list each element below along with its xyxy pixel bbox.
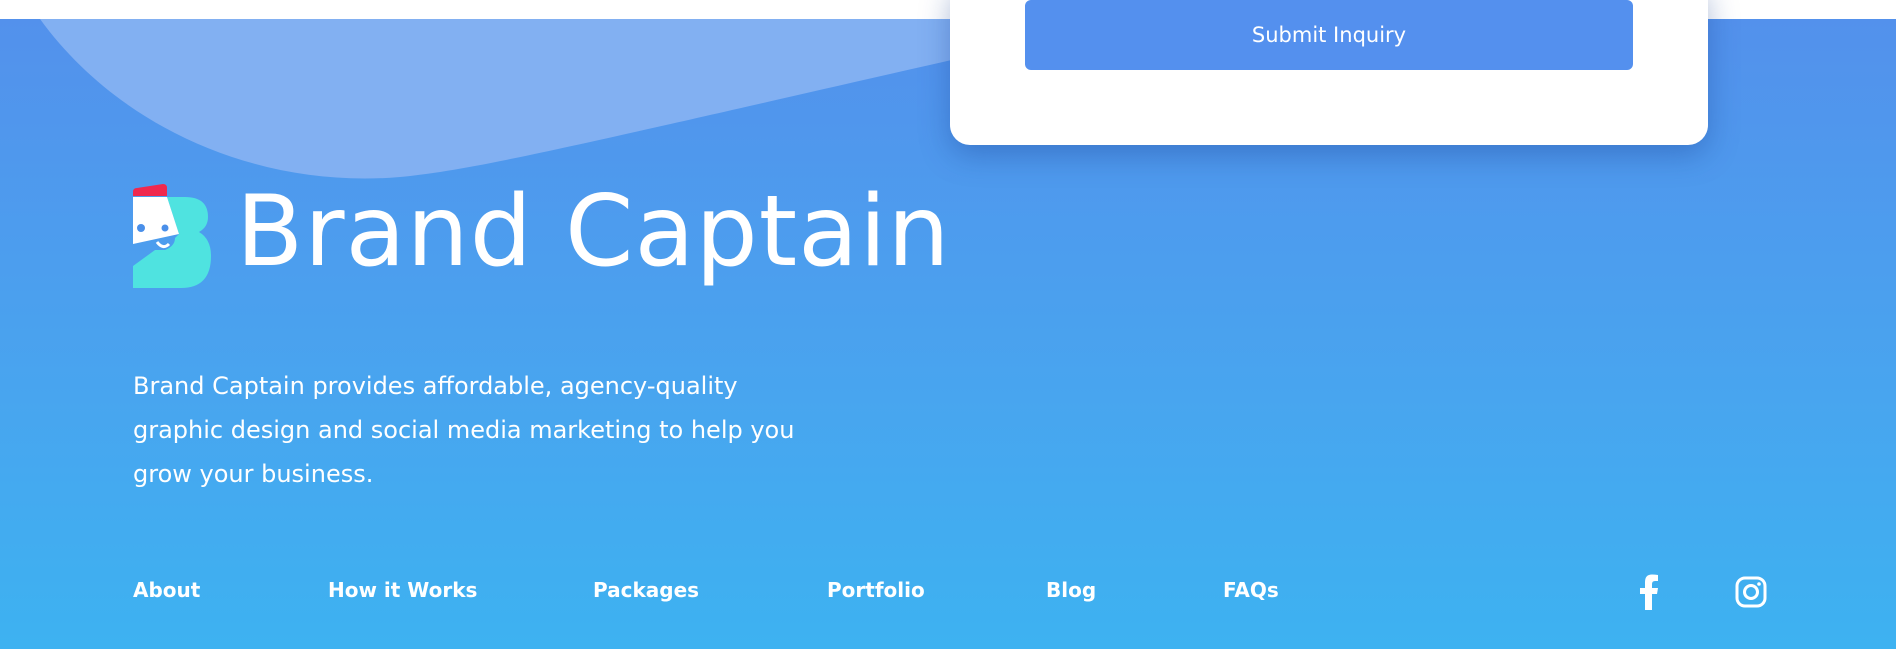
- brand-name: Brand Captain: [236, 175, 951, 289]
- instagram-icon[interactable]: [1733, 574, 1769, 610]
- inquiry-form-card: Submit Inquiry: [950, 0, 1708, 145]
- decorative-blob: [40, 19, 1000, 179]
- brand-description: Brand Captain provides affordable, agenc…: [133, 372, 795, 488]
- facebook-icon[interactable]: [1631, 574, 1667, 610]
- nav-packages[interactable]: Packages: [593, 578, 699, 602]
- submit-inquiry-button[interactable]: Submit Inquiry: [1025, 0, 1633, 70]
- nav-blog[interactable]: Blog: [1046, 578, 1096, 602]
- nav-portfolio[interactable]: Portfolio: [827, 578, 925, 602]
- nav-faqs[interactable]: FAQs: [1223, 578, 1279, 602]
- nav-how-it-works[interactable]: How it Works: [328, 578, 477, 602]
- brand-logo-icon: [133, 184, 211, 288]
- nav-about[interactable]: About: [133, 578, 200, 602]
